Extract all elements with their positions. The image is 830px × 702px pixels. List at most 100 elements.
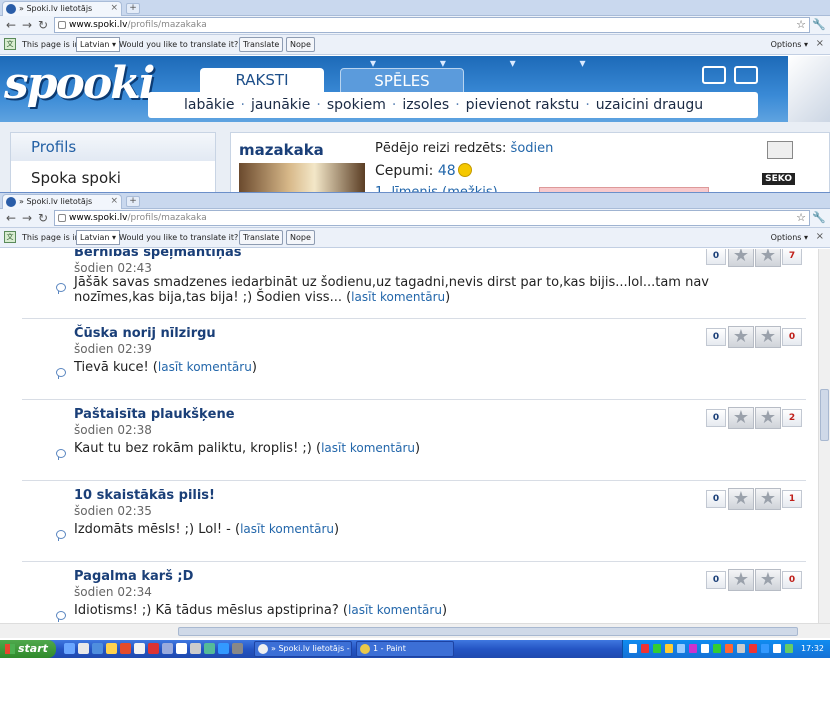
quicklaunch-firefox-icon[interactable] (120, 643, 131, 654)
star-icon[interactable]: ★ (755, 326, 781, 348)
options-menu[interactable]: Options ▾ (771, 233, 808, 242)
subnav-pievienot-rakstu[interactable]: pievienot rakstu (466, 97, 580, 113)
quicklaunch-desktop-icon[interactable] (64, 643, 75, 654)
quicklaunch-mail-icon[interactable] (162, 643, 173, 654)
close-translate-icon[interactable]: × (816, 231, 824, 242)
clock[interactable]: 17:32 (801, 640, 824, 658)
subnav-labakie[interactable]: labākie (184, 97, 235, 113)
post-title[interactable]: Čūska norij nīlzirgu (74, 326, 216, 341)
browser-tab[interactable]: » Spoki.lv lietotājs × (2, 194, 122, 209)
language-select[interactable]: Latvian ▾ (76, 37, 120, 52)
tray-icon[interactable] (629, 644, 637, 653)
star-icon[interactable]: ★ (728, 249, 754, 267)
tray-icon[interactable] (677, 644, 685, 653)
quicklaunch-extra-icon[interactable] (232, 643, 243, 654)
new-tab-button[interactable]: + (126, 196, 140, 207)
star-icon[interactable]: ★ (755, 488, 781, 510)
network-icon[interactable] (785, 644, 793, 653)
tray-icon[interactable] (713, 644, 721, 653)
quicklaunch-folder-icon[interactable] (106, 643, 117, 654)
bookmark-star-icon[interactable]: ☆ (796, 18, 806, 32)
read-comment-link[interactable]: lasīt komentāru (240, 522, 334, 536)
quicklaunch-excel-icon[interactable] (204, 643, 215, 654)
address-bar[interactable]: www.spoki.lv/profils/mazakaka ☆ (54, 17, 810, 33)
tray-icon[interactable] (701, 644, 709, 653)
bookmark-star-icon[interactable]: ☆ (796, 211, 806, 225)
reload-icon[interactable]: ↻ (36, 211, 50, 225)
star-icon[interactable]: ★ (755, 569, 781, 591)
subnav-uzaicini-draugu[interactable]: uzaicini draugu (596, 97, 703, 113)
subnav-spokiem[interactable]: spokiem (327, 97, 386, 113)
star-icon[interactable]: ★ (728, 488, 754, 510)
post-title[interactable]: Bērnības spēļmantiņas (74, 249, 242, 260)
profile-photo[interactable] (239, 163, 365, 194)
subnav-izsoles[interactable]: izsoles (402, 97, 449, 113)
start-button[interactable]: start (0, 640, 56, 658)
quicklaunch-opera-icon[interactable] (148, 643, 159, 654)
quicklaunch-ie-icon[interactable] (78, 643, 89, 654)
nope-button[interactable]: Nope (286, 230, 315, 245)
list-view-icon[interactable] (702, 66, 726, 84)
read-comment-link[interactable]: lasīt komentāru (158, 360, 252, 374)
tray-icon[interactable] (749, 644, 757, 653)
quicklaunch-word-icon[interactable] (218, 643, 229, 654)
tray-icon[interactable] (665, 644, 673, 653)
sidebar-item-profils[interactable]: Profils (11, 133, 215, 161)
post-title[interactable]: Pagalma karš ;D (74, 569, 193, 584)
tray-icon[interactable] (737, 644, 745, 653)
quicklaunch-a-icon[interactable] (176, 643, 187, 654)
profile-username[interactable]: mazakaka (239, 141, 324, 159)
new-tab-button[interactable]: + (126, 3, 140, 14)
tray-icon[interactable] (761, 644, 769, 653)
read-comment-link[interactable]: lasīt komentāru (321, 441, 415, 455)
back-icon[interactable]: ← (4, 211, 18, 225)
read-comment-link[interactable]: lasīt komentāru (351, 290, 445, 304)
sidebar-item-spoka-spoki[interactable]: Spoka spoki (11, 163, 215, 193)
taskbar-item-browser[interactable]: » Spoki.lv lietotājs - G... (254, 641, 352, 657)
mail-icon[interactable] (767, 141, 793, 159)
header-avatar[interactable] (788, 56, 830, 122)
post-title[interactable]: Paštaisīta plaukšķene (74, 407, 235, 422)
read-comment-link[interactable]: lasīt komentāru (348, 603, 442, 617)
quicklaunch-app-icon[interactable] (92, 643, 103, 654)
vertical-scrollbar[interactable] (818, 249, 830, 623)
tray-icon[interactable] (725, 644, 733, 653)
star-icon[interactable]: ★ (728, 569, 754, 591)
horizontal-scrollbar-thumb[interactable] (178, 627, 798, 636)
star-icon[interactable]: ★ (755, 249, 781, 267)
wrench-icon[interactable]: 🔧 (812, 18, 826, 31)
close-tab-icon[interactable]: × (110, 195, 118, 208)
star-icon[interactable]: ★ (755, 407, 781, 429)
translate-button[interactable]: Translate (239, 37, 284, 52)
grid-view-icon[interactable] (734, 66, 758, 84)
post-title[interactable]: 10 skaistākās pilis! (74, 488, 215, 503)
forward-icon[interactable]: → (20, 211, 34, 225)
reload-icon[interactable]: ↻ (36, 18, 50, 32)
horizontal-scrollbar[interactable] (0, 623, 830, 638)
options-menu[interactable]: Options ▾ (771, 40, 808, 49)
back-icon[interactable]: ← (4, 18, 18, 32)
close-translate-icon[interactable]: × (816, 38, 824, 49)
taskbar-item-paint[interactable]: 1 - Paint (356, 641, 454, 657)
tray-icon[interactable] (653, 644, 661, 653)
quicklaunch-chrome-icon[interactable] (134, 643, 145, 654)
wrench-icon[interactable]: 🔧 (812, 211, 826, 224)
close-tab-icon[interactable]: × (110, 2, 118, 15)
forward-icon[interactable]: → (20, 18, 34, 32)
star-icon[interactable]: ★ (728, 326, 754, 348)
tab-speles[interactable]: SPĒLES (340, 68, 464, 92)
address-bar[interactable]: www.spoki.lv/profils/mazakaka ☆ (54, 210, 810, 226)
tray-icon[interactable] (689, 644, 697, 653)
scrollbar-thumb[interactable] (820, 389, 829, 441)
nope-button[interactable]: Nope (286, 37, 315, 52)
site-logo[interactable]: spooki (4, 58, 155, 109)
subnav-jaunakie[interactable]: jaunākie (251, 97, 310, 113)
quicklaunch-tool-icon[interactable] (190, 643, 201, 654)
language-select[interactable]: Latvian ▾ (76, 230, 120, 245)
follow-badge[interactable]: SEKO (762, 173, 795, 185)
tray-icon[interactable] (641, 644, 649, 653)
volume-icon[interactable] (773, 644, 781, 653)
star-icon[interactable]: ★ (728, 407, 754, 429)
browser-tab[interactable]: » Spoki.lv lietotājs × (2, 1, 122, 16)
tab-raksti[interactable]: RAKSTI (200, 68, 324, 92)
